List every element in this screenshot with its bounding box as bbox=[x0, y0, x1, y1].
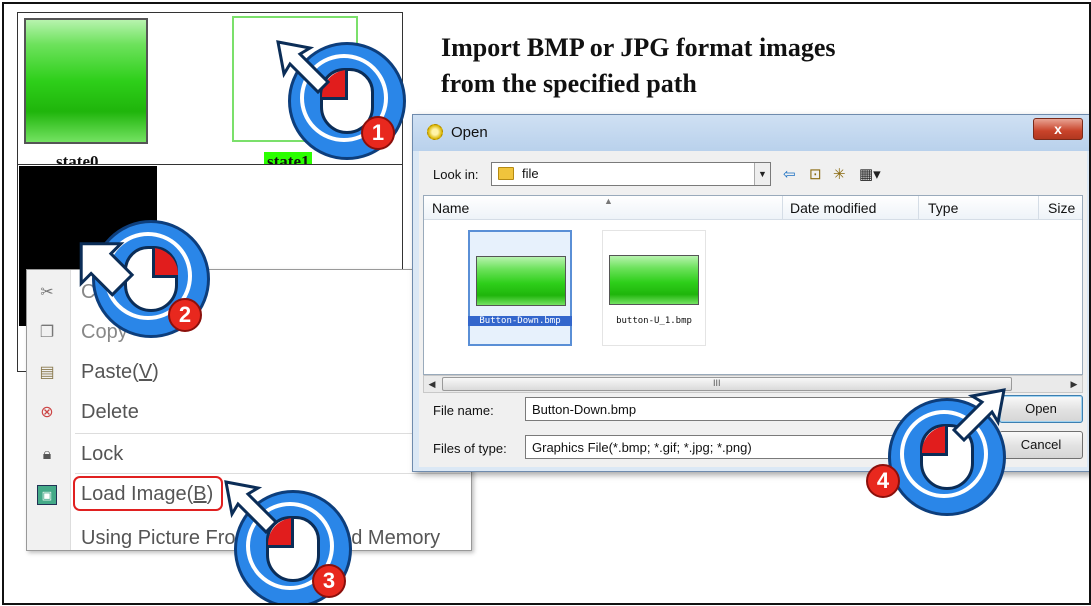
menu-item-lock-label: Lock bbox=[81, 443, 124, 465]
pointer-arrow-icon bbox=[951, 388, 1006, 443]
menu-item-paste-label: Paste(V) bbox=[81, 361, 159, 383]
chevron-down-icon[interactable]: ▼ bbox=[754, 163, 770, 185]
menu-item-delete-label: Delete bbox=[81, 401, 139, 423]
column-date-modified[interactable]: Date modified bbox=[790, 200, 876, 216]
scrollbar-thumb[interactable]: III bbox=[442, 377, 1012, 391]
file-name-button-u1: button-U_1.bmp bbox=[616, 316, 692, 326]
dialog-titlebar[interactable]: Open x bbox=[413, 115, 1089, 151]
instruction-line-2: from the specified path bbox=[441, 69, 697, 98]
scissors-icon: ✂ bbox=[40, 284, 54, 301]
sort-caret-icon: ▲ bbox=[604, 196, 613, 206]
file-item-button-down[interactable] bbox=[468, 230, 572, 346]
canvas-frame: state0 state1 ✂ C ❐ Copy ▤ Paste(V) ⊗ De… bbox=[2, 2, 1091, 605]
column-type[interactable]: Type bbox=[928, 200, 958, 216]
pointer-arrow-icon bbox=[224, 480, 279, 535]
column-separator bbox=[782, 196, 783, 220]
copy-icon: ❐ bbox=[39, 324, 55, 341]
file-name-button-down: Button-Down.bmp bbox=[468, 316, 572, 326]
scroll-left-icon[interactable]: ◀ bbox=[424, 376, 440, 392]
menu-item-using-picture-label: Using Picture Fro bbox=[81, 527, 236, 549]
folder-icon bbox=[498, 167, 514, 180]
scrollbar-grip: III bbox=[713, 378, 721, 388]
load-image-highlight bbox=[73, 476, 223, 511]
open-dialog-icon bbox=[427, 124, 443, 140]
lock-icon: 🔒︎ bbox=[42, 446, 52, 463]
instruction-line-1: Import BMP or JPG format images bbox=[441, 33, 836, 62]
back-arrow-icon[interactable]: ⇦ bbox=[783, 165, 796, 183]
menu-item-lock[interactable]: 🔒︎ Lock bbox=[27, 436, 473, 476]
state0-button-preview[interactable] bbox=[24, 18, 148, 144]
pointer-arrow-icon bbox=[276, 40, 331, 95]
instruction-heading: Import BMP or JPG format images from the… bbox=[441, 30, 836, 102]
look-in-label: Look in: bbox=[433, 167, 479, 182]
step-badge-2: 2 bbox=[168, 298, 202, 332]
dialog-title: Open bbox=[451, 124, 488, 141]
load-image-icon: ▣ bbox=[37, 485, 57, 505]
menu-item-paste[interactable]: ▤ Paste(V) bbox=[27, 354, 473, 394]
scroll-right-icon[interactable]: ▶ bbox=[1066, 376, 1082, 392]
step-badge-4: 4 bbox=[866, 464, 900, 498]
new-folder-icon[interactable]: ✳ bbox=[833, 165, 846, 183]
menu-separator bbox=[75, 433, 470, 434]
delete-icon: ⊗ bbox=[40, 404, 54, 421]
files-of-type-label: Files of type: bbox=[433, 441, 507, 456]
pointer-arrow-icon bbox=[79, 242, 135, 297]
file-thumbnail bbox=[609, 255, 699, 305]
close-button[interactable]: x bbox=[1033, 118, 1083, 140]
view-menu-icon[interactable]: ▦▾ bbox=[859, 165, 881, 183]
step-badge-1: 1 bbox=[361, 116, 395, 150]
file-item-button-u1[interactable] bbox=[602, 230, 706, 346]
column-size[interactable]: Size bbox=[1048, 200, 1075, 216]
file-list[interactable]: Name ▲ Date modified Type Size Button-Do… bbox=[423, 195, 1083, 375]
step-badge-3: 3 bbox=[312, 564, 346, 598]
look-in-combo[interactable]: file ▼ bbox=[491, 162, 771, 186]
menu-item-delete[interactable]: ⊗ Delete bbox=[27, 394, 473, 434]
column-header: Name ▲ Date modified Type Size bbox=[424, 196, 1082, 220]
column-separator bbox=[1038, 196, 1039, 220]
up-folder-icon[interactable]: ⊡ bbox=[809, 165, 822, 183]
column-separator bbox=[918, 196, 919, 220]
column-name[interactable]: Name bbox=[432, 200, 469, 216]
file-thumbnail bbox=[476, 256, 566, 306]
paste-icon: ▤ bbox=[39, 364, 55, 381]
file-name-label: File name: bbox=[433, 403, 494, 418]
look-in-value: file bbox=[522, 166, 539, 181]
